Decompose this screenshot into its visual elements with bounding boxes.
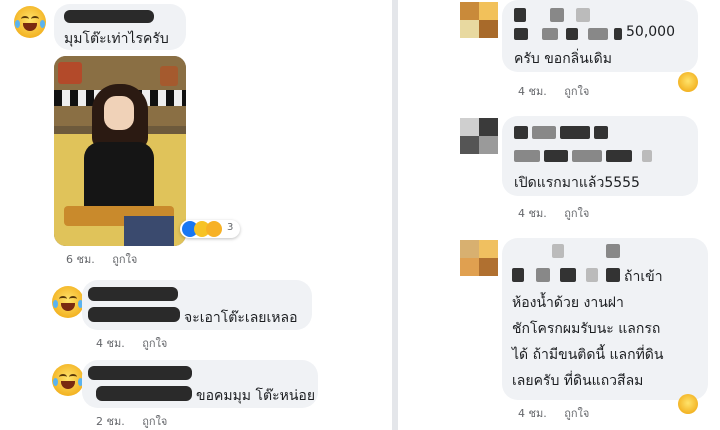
comment-bubble[interactable]: ถ้าเข้า ห้องน้ำด้วย งานฝา ชักโครกผมรับนะ… — [502, 238, 708, 400]
pixelated-avatar — [460, 2, 498, 38]
like-link[interactable]: ถูกใจ — [112, 250, 137, 268]
pixelated-text — [514, 150, 540, 162]
comment-text: มุมโต๊ะเท่าไรครับ — [64, 31, 169, 47]
comment-text: เปิดแรกมาแล้ว5555 — [514, 175, 640, 191]
pixelated-name — [514, 8, 526, 22]
comment-bubble[interactable]: มุมโต๊ะเท่าไรครับ — [54, 4, 186, 50]
emoji-mouth — [23, 23, 37, 31]
wow-reaction-icon — [206, 221, 222, 237]
haha-reaction-icon[interactable] — [678, 72, 698, 92]
pixelated-name — [532, 126, 556, 139]
pixelated-name — [576, 8, 590, 22]
pixelated-text — [572, 150, 602, 162]
comment-time: 6 ชม. — [66, 253, 95, 266]
reaction-count: 3 — [227, 222, 234, 233]
laughing-crying-emoji-icon — [52, 364, 84, 396]
like-link[interactable]: ถูกใจ — [564, 82, 589, 100]
attached-photo[interactable] — [54, 56, 186, 246]
right-comment-thread: 50,000 ครับ ขอกลิ่นเดิม 4 ชม. ถูกใจ เปิด… — [398, 0, 720, 430]
comment-meta: 4 ชม. ถูกใจ — [518, 82, 589, 100]
emoji-mouth — [61, 303, 75, 311]
comment-text: ขอคมมุม โต๊ะหน่อย — [196, 388, 316, 404]
emoji-tear — [15, 20, 20, 28]
like-link[interactable]: ถูกใจ — [564, 404, 589, 422]
photo-sign — [160, 66, 178, 86]
pixelated-text — [560, 268, 576, 282]
comment-text: จะเอาโต๊ะเลยเหลอ — [184, 310, 298, 326]
comment-time: 4 ชม. — [518, 407, 547, 420]
pixelated-text — [514, 28, 528, 40]
comment-text: ห้องน้ำด้วย งานฝา — [512, 295, 624, 311]
pixelated-text — [606, 268, 620, 282]
reaction-summary[interactable]: 3 — [180, 220, 240, 238]
pixelated-text — [606, 150, 632, 162]
pixelated-avatar — [460, 240, 498, 276]
comment-meta: 2 ชม. ถูกใจ — [96, 412, 167, 430]
pixelated-avatar — [460, 118, 498, 154]
comment-bubble[interactable]: 50,000 ครับ ขอกลิ่นเดิม — [502, 0, 698, 72]
comment-time: 4 ชม. — [518, 85, 547, 98]
emoji-eye — [59, 296, 67, 302]
comment-meta: 4 ชม. ถูกใจ — [518, 404, 589, 422]
pixelated-text — [536, 268, 550, 282]
comment-text: ได้ ถ้ามีขนติดนี้ แลกที่ดิน — [512, 347, 664, 363]
emoji-tear — [53, 378, 58, 386]
emoji-eye — [31, 16, 39, 22]
pixelated-text — [566, 28, 578, 40]
like-link[interactable]: ถูกใจ — [142, 334, 167, 352]
comment-text: เลยครับ ที่ดินแถวสีลม — [512, 373, 644, 389]
photo-sign — [58, 62, 82, 84]
comment-time: 4 ชม. — [518, 207, 547, 220]
pixelated-name — [560, 126, 590, 139]
pixelated-text — [544, 150, 568, 162]
comment-meta: 4 ชม. ถูกใจ — [518, 204, 589, 222]
pixelated-name — [550, 8, 564, 22]
comment-bubble[interactable]: ขอคมมุม โต๊ะหน่อย — [82, 360, 318, 408]
comment-bubble[interactable]: จะเอาโต๊ะเลยเหลอ — [82, 280, 312, 330]
laughing-crying-emoji-icon — [14, 6, 46, 38]
redacted-text — [88, 307, 180, 322]
pixelated-text — [586, 268, 598, 282]
comment-text: 50,000 — [626, 24, 675, 40]
redacted-name — [88, 366, 192, 380]
comment-text: ชักโครกผมรับนะ แลกรถ — [512, 321, 661, 337]
comment-text: ครับ ขอกลิ่นเดิม — [514, 51, 612, 67]
comment-text: ถ้าเข้า — [624, 269, 663, 285]
pixelated-text — [588, 28, 608, 40]
comment-meta: 6 ชม. ถูกใจ — [66, 250, 137, 268]
comment-time: 2 ชม. — [96, 415, 125, 428]
photo-jeans — [124, 216, 174, 246]
emoji-eye — [69, 296, 77, 302]
emoji-tear — [53, 300, 58, 308]
photo-person-face — [104, 96, 134, 130]
comment-bubble[interactable]: เปิดแรกมาแล้ว5555 — [502, 116, 698, 196]
laughing-crying-emoji-icon — [52, 286, 84, 318]
emoji-eye — [21, 16, 29, 22]
pixelated-name — [514, 126, 528, 139]
pixelated-text — [642, 150, 652, 162]
photo-person-body — [84, 142, 154, 216]
redacted-text — [96, 386, 192, 401]
emoji-eye — [59, 374, 67, 380]
emoji-eye — [69, 374, 77, 380]
pixelated-name — [594, 126, 608, 139]
comment-meta: 4 ชม. ถูกใจ — [96, 334, 167, 352]
comment-time: 4 ชม. — [96, 337, 125, 350]
pixelated-text — [542, 28, 558, 40]
redacted-name — [88, 287, 178, 301]
left-comment-thread: มุมโต๊ะเท่าไรครับ 3 6 ชม. ถูกใจ จะเอาโต๊… — [0, 0, 392, 430]
pixelated-text — [512, 268, 524, 282]
emoji-tear — [40, 20, 45, 28]
pixelated-name — [552, 244, 564, 258]
pixelated-text — [614, 28, 622, 40]
pixelated-name — [606, 244, 620, 258]
like-link[interactable]: ถูกใจ — [564, 204, 589, 222]
haha-reaction-icon[interactable] — [678, 394, 698, 414]
emoji-mouth — [61, 381, 75, 389]
redacted-name — [64, 10, 154, 23]
like-link[interactable]: ถูกใจ — [142, 412, 167, 430]
